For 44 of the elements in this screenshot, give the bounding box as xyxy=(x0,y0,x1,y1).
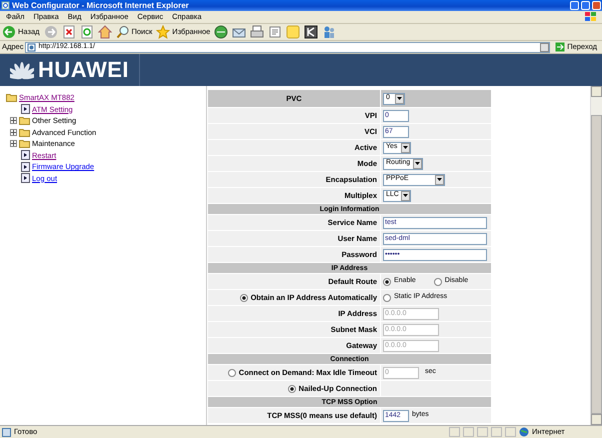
window-icon[interactable] xyxy=(304,25,318,39)
page-icon xyxy=(27,42,36,52)
go-arrow-icon xyxy=(555,42,566,52)
folder-icon xyxy=(19,128,30,137)
search-icon xyxy=(116,25,130,39)
radio-button[interactable] xyxy=(288,384,296,392)
page-icon xyxy=(1,1,10,10)
status-pane xyxy=(463,427,474,437)
fan-logo-icon xyxy=(10,60,34,80)
close-button[interactable] xyxy=(592,1,601,10)
document-icon[interactable] xyxy=(268,25,282,39)
page-icon xyxy=(21,150,30,160)
status-pane xyxy=(505,427,516,437)
page-icon xyxy=(21,173,30,184)
scrollbar[interactable] xyxy=(590,86,602,425)
folder-icon xyxy=(19,139,30,148)
status-pane xyxy=(491,427,502,437)
back-arrow-icon xyxy=(2,25,16,39)
page-icon xyxy=(21,162,30,172)
maximize-button[interactable] xyxy=(581,1,590,10)
radio-button[interactable] xyxy=(383,294,391,302)
media-icon[interactable] xyxy=(214,25,228,39)
globe-icon xyxy=(519,427,529,437)
minimize-button[interactable] xyxy=(570,1,579,10)
status-pane xyxy=(449,427,460,437)
radio-button[interactable] xyxy=(383,278,391,286)
folder-icon xyxy=(19,116,30,126)
brand-name: HUAWEI xyxy=(38,58,129,82)
status-pane xyxy=(477,427,488,437)
home-icon[interactable] xyxy=(98,25,112,39)
page-icon xyxy=(2,428,11,436)
expand-icon[interactable] xyxy=(10,128,17,136)
expand-icon[interactable] xyxy=(10,140,17,148)
printer-icon[interactable] xyxy=(250,25,264,39)
expand-icon[interactable] xyxy=(10,117,17,124)
page-icon xyxy=(21,104,30,114)
radio-button[interactable] xyxy=(240,294,248,302)
refresh-icon[interactable] xyxy=(80,25,94,39)
radio-button[interactable] xyxy=(434,278,442,286)
folder-icon xyxy=(6,93,17,102)
windows-logo-icon xyxy=(584,11,598,23)
stop-icon[interactable] xyxy=(62,25,76,39)
window-title: Web Configurator - Microsoft Internet Explorer xyxy=(12,0,189,10)
star-icon xyxy=(156,25,170,39)
